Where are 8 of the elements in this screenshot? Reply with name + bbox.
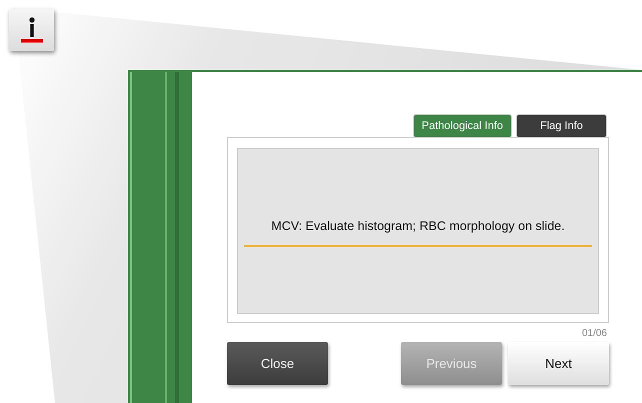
info-icon xyxy=(20,17,42,43)
page-counter: 01/06 xyxy=(582,328,607,339)
dialog-button[interactable]: Close xyxy=(227,342,328,385)
dialog-button[interactable]: Next xyxy=(508,342,609,385)
info-button[interactable] xyxy=(9,9,54,51)
tab[interactable]: Flag Info xyxy=(517,115,606,137)
message-text: MCV: Evaluate histogram; RBC morphology on slide. xyxy=(271,219,565,233)
tab[interactable]: Pathological Info xyxy=(414,115,511,137)
